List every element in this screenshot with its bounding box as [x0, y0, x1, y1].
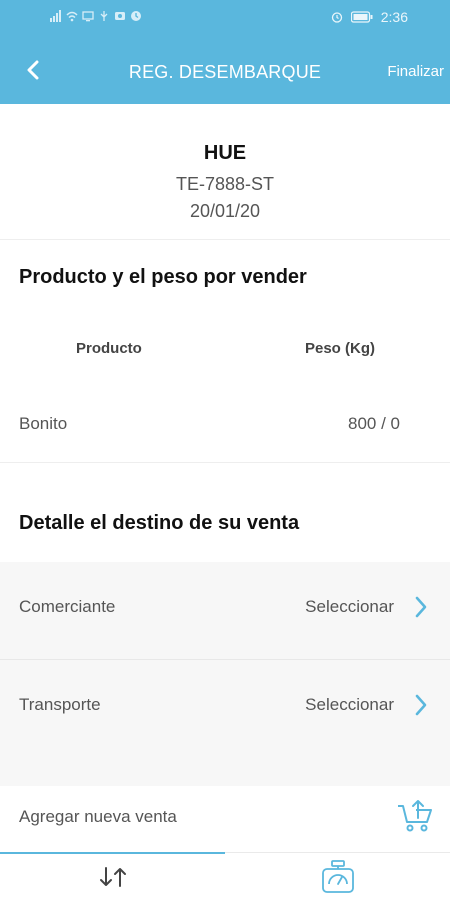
signal-icon [50, 10, 61, 22]
transfer-arrows-icon [99, 867, 126, 887]
vessel-code: HUE [203, 142, 247, 164]
product-section-title: Producto y el peso por vender [19, 266, 307, 288]
column-header-product: Producto [76, 340, 142, 357]
destination-section-title: Detalle el destino de su venta [19, 512, 300, 534]
column-header-weight: Peso (Kg) [304, 340, 375, 357]
status-bar: 2:36 [0, 0, 450, 36]
finalizar-button[interactable]: Finalizar [387, 63, 444, 80]
chevron-right-icon [415, 694, 427, 716]
status-icons-left [50, 10, 142, 22]
spacer-row [0, 746, 450, 786]
vessel-plate: TE-7888-ST [175, 174, 275, 194]
product-name: Bonito [19, 414, 68, 433]
cast-icon [82, 11, 94, 22]
add-sale-button[interactable]: Agregar nueva venta [0, 786, 450, 852]
transport-row[interactable]: Transporte Seleccionar [0, 660, 450, 758]
page-title: REG. DESEMBARQUE [128, 62, 322, 82]
chevron-right-icon [415, 596, 427, 618]
scale-icon [321, 860, 354, 893]
tab-scale[interactable] [225, 853, 450, 900]
transport-label: Transporte [19, 695, 101, 714]
transport-value: Seleccionar [305, 695, 394, 714]
product-weight: 800 / 0 [348, 414, 400, 433]
cart-upload-icon [398, 800, 432, 832]
tab-transfers[interactable] [0, 852, 225, 900]
add-sale-label: Agregar nueva venta [19, 807, 177, 826]
notification-icon [131, 11, 141, 21]
battery-icon [350, 11, 373, 23]
photo-icon [115, 12, 125, 20]
app-header: 2:36 REG. DESEMBARQUE Finalizar [0, 0, 450, 104]
landing-summary: HUE TE-7888-ST 20/01/20 [0, 104, 450, 240]
status-time: 2:36 [380, 9, 408, 25]
status-icons-right: 2:36 [331, 9, 408, 25]
app-bar: REG. DESEMBARQUE Finalizar [0, 44, 450, 100]
section-divider [0, 462, 450, 463]
usb-icon [100, 11, 108, 21]
landing-date: 20/01/20 [189, 201, 261, 221]
wifi-icon [66, 11, 78, 22]
bottom-tab-bar [0, 852, 450, 900]
alarm-icon [331, 12, 342, 23]
merchant-label: Comerciante [19, 597, 116, 616]
merchant-row[interactable]: Comerciante Seleccionar [0, 562, 450, 660]
merchant-value: Seleccionar [305, 597, 394, 616]
